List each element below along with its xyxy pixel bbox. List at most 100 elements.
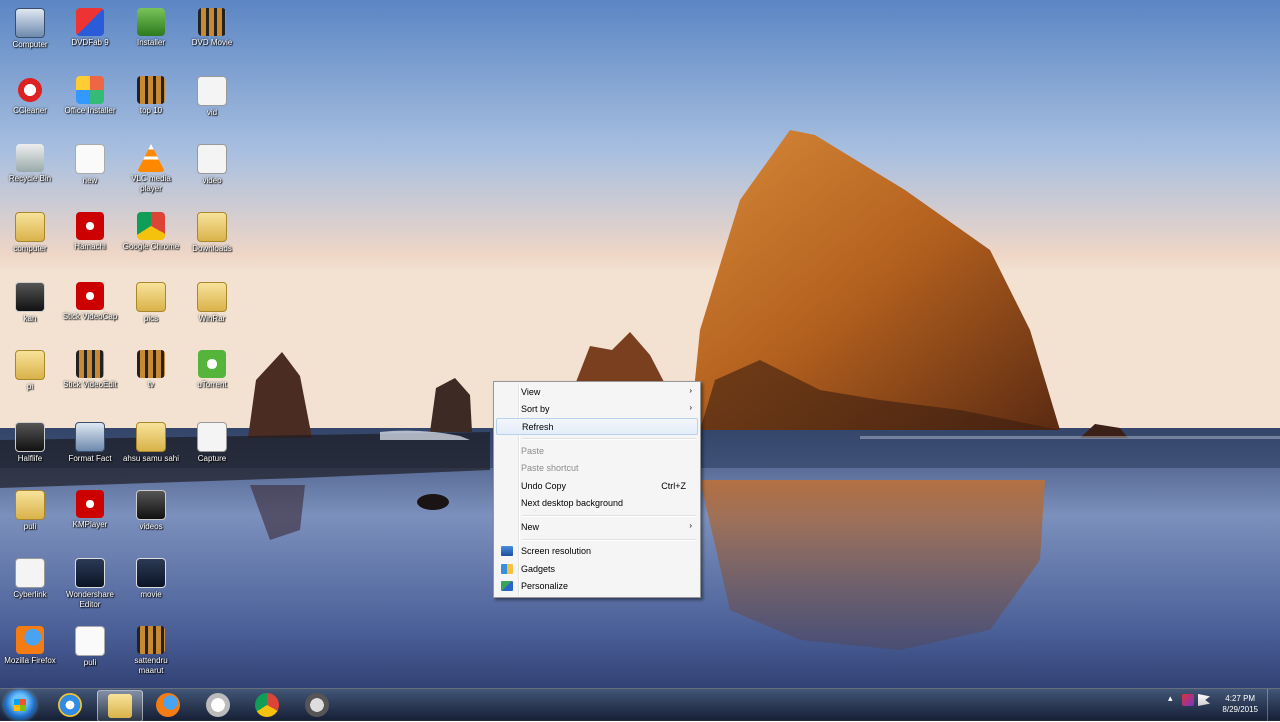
desktop-icon-pics[interactable]: pics xyxy=(121,278,181,344)
screen-icon xyxy=(197,144,227,174)
taskbar-media[interactable] xyxy=(295,690,339,720)
desktop-icon-kan[interactable]: kan xyxy=(0,278,60,344)
folder-icon xyxy=(15,212,45,242)
cyberlink-icon xyxy=(15,558,45,588)
menu-item-paste-shortcut[interactable]: Paste shortcut xyxy=(496,460,698,477)
show-desktop-button[interactable] xyxy=(1267,689,1280,721)
desktop-icon-videoedit[interactable]: Stick VideoEdit xyxy=(60,346,120,412)
desktop-icon-new[interactable]: new xyxy=(60,140,120,206)
chrome-icon xyxy=(255,693,279,717)
taskbar-firefox[interactable] xyxy=(146,690,190,720)
taskbar-file-explorer[interactable] xyxy=(97,690,143,722)
desktop-icon-dvd-movie[interactable]: DVD Movie xyxy=(182,4,242,70)
desktop-icon-puli[interactable]: puli xyxy=(0,486,60,552)
desktop-icon-vlc[interactable]: VLC media player xyxy=(121,140,181,206)
desktop-icon-videos[interactable]: videos xyxy=(121,486,181,552)
desktop-icon-hamachi[interactable]: Hamachi xyxy=(60,208,120,274)
desktop-icon-cyberlink[interactable]: Cyberlink xyxy=(0,554,60,620)
menu-item-undo-copy[interactable]: Undo Copy Ctrl+Z xyxy=(496,478,698,495)
folder-icon xyxy=(197,212,227,242)
show-hidden-icons-icon[interactable]: ▴ xyxy=(1168,694,1180,706)
folder-icon xyxy=(136,422,166,452)
folder-icon xyxy=(136,282,166,312)
taskbar-messenger[interactable] xyxy=(196,690,240,720)
desktop-icon-wondershare[interactable]: Wondershare Editor xyxy=(60,554,120,620)
app-icon xyxy=(76,8,104,36)
menu-item-sort-by[interactable]: Sort by › xyxy=(496,401,698,418)
video-edit-icon xyxy=(76,350,104,378)
desktop-icon-halflife[interactable]: Halflife xyxy=(0,418,60,484)
screen-icon xyxy=(197,76,227,106)
desktop-context-menu: View › Sort by › Refresh Paste Paste sho… xyxy=(493,381,701,598)
menu-item-next-background[interactable]: Next desktop background xyxy=(496,495,698,512)
desktop-icon-video[interactable]: video xyxy=(182,140,242,206)
desktop-icon-utorrent[interactable]: uTorrent xyxy=(182,346,242,412)
taskbar-internet-explorer[interactable] xyxy=(48,690,92,720)
desktop-icon-office[interactable]: Office Installer xyxy=(60,72,120,138)
record-icon xyxy=(76,282,104,310)
desktop-icon-format-factory[interactable]: Format Fact xyxy=(60,418,120,484)
folder-icon xyxy=(108,694,132,718)
desktop-icon-firefox[interactable]: Mozilla Firefox xyxy=(0,622,60,688)
submenu-arrow-icon: › xyxy=(689,521,692,530)
shortcut-label: Ctrl+Z xyxy=(661,481,686,491)
document-icon xyxy=(75,626,105,656)
editor-icon xyxy=(75,558,105,588)
package-icon xyxy=(137,8,165,36)
messenger-icon xyxy=(206,693,230,717)
folder-icon xyxy=(15,350,45,380)
media-icon xyxy=(305,693,329,717)
image-icon xyxy=(197,422,227,452)
clock[interactable]: 4:27 PM 8/29/2015 xyxy=(1222,693,1258,715)
desktop-icon-computer[interactable]: Computer xyxy=(0,4,60,70)
desktop-icon-capture[interactable]: Capture xyxy=(182,418,242,484)
desktop-icon-dvdfab[interactable]: DVDFab 9 xyxy=(60,4,120,70)
desktop-icon-recycle-bin[interactable]: Recycle Bin xyxy=(0,140,60,206)
desktop-icons: Computer DVDFab 9 Installer DVD Movie CC… xyxy=(0,0,260,688)
flag-icon[interactable] xyxy=(1198,694,1210,706)
desktop-icon-ccleaner[interactable]: CCleaner xyxy=(0,72,60,138)
utorrent-icon xyxy=(198,350,226,378)
menu-separator xyxy=(522,515,696,517)
desktop-icon-vid[interactable]: vid xyxy=(182,72,242,138)
taskbar-chrome[interactable] xyxy=(245,690,289,720)
recycle-bin-icon xyxy=(16,144,44,172)
vlc-icon xyxy=(137,144,165,172)
ccleaner-icon xyxy=(16,76,44,104)
desktop-icon-pi[interactable]: pi xyxy=(0,346,60,412)
desktop-icon-ahsu[interactable]: ahsu samu sahi xyxy=(121,418,181,484)
desktop-icon-sattendru[interactable]: sattendru maarut xyxy=(121,622,181,688)
desktop-icon-puli-2[interactable]: puli xyxy=(60,622,120,688)
personalize-icon xyxy=(501,581,513,591)
desktop-icon-chrome[interactable]: Google Chrome xyxy=(121,208,181,274)
desktop-icon-installer[interactable]: Installer xyxy=(121,4,181,70)
film-icon xyxy=(137,76,165,104)
menu-item-new[interactable]: New › xyxy=(496,519,698,536)
start-button[interactable] xyxy=(4,690,36,720)
tray-app-icon[interactable] xyxy=(1182,694,1194,706)
film-icon xyxy=(137,350,165,378)
firefox-icon xyxy=(16,626,44,654)
archive-icon xyxy=(197,282,227,312)
menu-item-personalize[interactable]: Personalize xyxy=(496,578,698,595)
menu-item-view[interactable]: View › xyxy=(496,384,698,401)
desktop-icon-downloads[interactable]: Downloads xyxy=(182,208,242,274)
folder-icon xyxy=(15,490,45,520)
desktop-icon-top10[interactable]: top 10 xyxy=(121,72,181,138)
desktop-icon-computer-folder[interactable]: computer xyxy=(0,208,60,274)
desktop-icon-winrar[interactable]: WinRar xyxy=(182,278,242,344)
desktop-icon-kmplayer[interactable]: KMPlayer xyxy=(60,486,120,552)
screen-icon xyxy=(15,282,45,312)
chrome-icon xyxy=(137,212,165,240)
desktop-icon-movie[interactable]: movie xyxy=(121,554,181,620)
format-factory-icon xyxy=(75,422,105,452)
menu-separator xyxy=(522,539,696,541)
clock-time: 4:27 PM xyxy=(1225,694,1256,703)
menu-item-paste[interactable]: Paste xyxy=(496,443,698,460)
menu-item-refresh[interactable]: Refresh xyxy=(496,418,698,435)
desktop-icon-videocap[interactable]: Stick VideoCap xyxy=(60,278,120,344)
taskbar: ▴ 4:27 PM 8/29/2015 xyxy=(0,688,1280,722)
desktop-icon-tv[interactable]: tv xyxy=(121,346,181,412)
menu-item-gadgets[interactable]: Gadgets xyxy=(496,561,698,578)
menu-item-screen-resolution[interactable]: Screen resolution xyxy=(496,543,698,560)
